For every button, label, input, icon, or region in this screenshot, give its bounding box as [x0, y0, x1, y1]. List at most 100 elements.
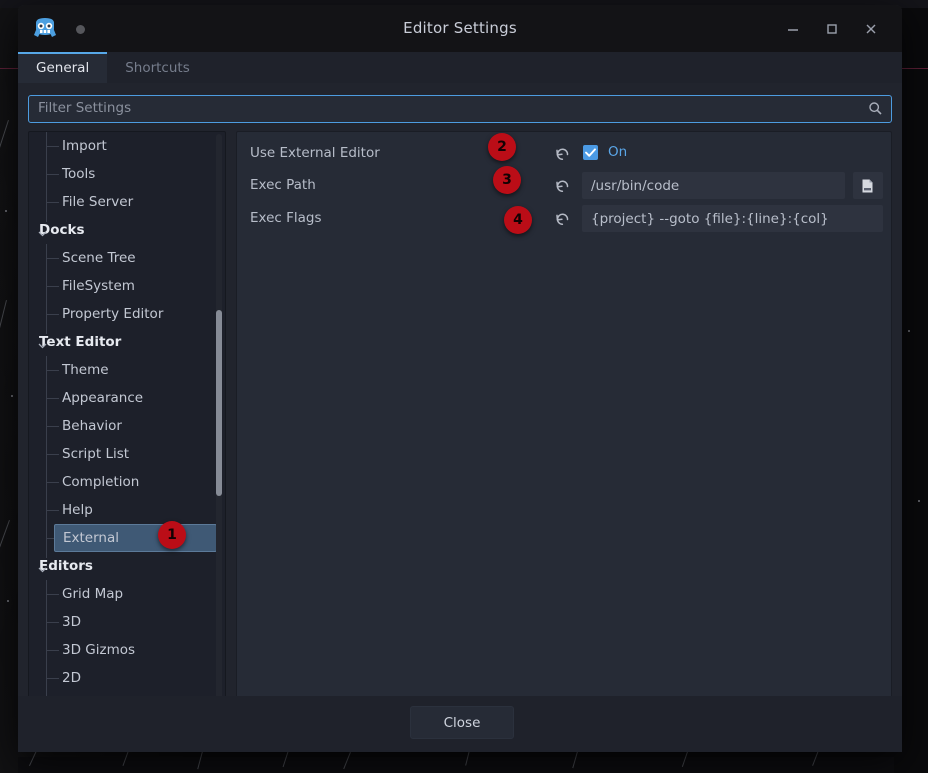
close-button-label: Close	[443, 714, 481, 731]
tree-connector	[46, 370, 59, 371]
tree-connector	[46, 622, 59, 623]
search-icon[interactable]	[868, 101, 883, 116]
viewport-speck	[918, 500, 920, 502]
tree-connector	[46, 146, 59, 147]
sidebar-item-theme[interactable]: Theme	[29, 356, 213, 384]
annotation-badge-number: 2	[497, 139, 507, 155]
chevron-down-icon	[38, 226, 47, 237]
sidebar-group-docks[interactable]: Docks	[29, 216, 213, 244]
file-browse-icon[interactable]	[853, 172, 883, 199]
annotation-badge-number: 1	[167, 527, 177, 543]
viewport-speck	[11, 395, 13, 397]
dialog-body: Filter Settings Import Tools File Server…	[18, 83, 902, 752]
setting-label: Use External Editor	[250, 145, 380, 161]
tree-connector	[46, 174, 59, 175]
revert-icon[interactable]	[554, 145, 571, 162]
sidebar-item-appearance[interactable]: Appearance	[29, 384, 213, 412]
sidebar-item-grid-map[interactable]: Grid Map	[29, 580, 213, 608]
exec-path-value: /usr/bin/code	[591, 177, 680, 194]
window-title: Editor Settings	[403, 19, 517, 37]
tree-connector	[46, 398, 59, 399]
sidebar-item-label: Help	[62, 502, 93, 518]
row-exec-path: Exec Path /usr/bin/code	[237, 170, 891, 202]
tree-connector	[46, 510, 59, 511]
tab-shortcuts[interactable]: Shortcuts	[107, 52, 208, 83]
sidebar-item-label: External	[63, 530, 120, 546]
sidebar-item-script-list[interactable]: Script List	[29, 440, 213, 468]
chevron-down-icon	[38, 562, 47, 573]
exec-path-input[interactable]: /usr/bin/code	[582, 172, 845, 199]
tree-connector	[46, 258, 59, 259]
filter-settings-row: Filter Settings	[28, 95, 892, 123]
sidebar-item-label: Completion	[62, 474, 140, 490]
revert-icon[interactable]	[554, 210, 571, 227]
exec-flags-value: {project} --goto {file}:{line}:{col}	[591, 210, 829, 227]
minimize-icon[interactable]	[780, 16, 806, 42]
annotation-badge-2: 2	[488, 133, 516, 161]
sidebar-group-label: Editors	[39, 558, 93, 574]
sidebar-item-file-server[interactable]: File Server	[29, 188, 213, 216]
sidebar-group-text-editor[interactable]: Text Editor	[29, 328, 213, 356]
sidebar-item-behavior[interactable]: Behavior	[29, 412, 213, 440]
exec-flags-input[interactable]: {project} --goto {file}:{line}:{col}	[582, 205, 883, 232]
sidebar-item-external[interactable]: External	[54, 524, 217, 552]
sidebar-item-property-editor[interactable]: Property Editor	[29, 300, 213, 328]
tree-connector	[46, 286, 59, 287]
sidebar-item-label: 3D	[62, 614, 81, 630]
sidebar-item-label: Grid Map	[62, 586, 124, 602]
revert-icon[interactable]	[554, 177, 571, 194]
sidebar-item-filesystem[interactable]: FileSystem	[29, 272, 213, 300]
annotation-badge-number: 4	[513, 212, 523, 228]
tab-general[interactable]: General	[18, 52, 108, 83]
sidebar-item-completion[interactable]: Completion	[29, 468, 213, 496]
settings-properties-panel: Use External Editor On Exec Path /usr/bi…	[236, 131, 892, 731]
setting-label: Exec Flags	[250, 210, 322, 226]
sidebar-group-label: Text Editor	[39, 334, 122, 350]
sidebar-item-label: 3D Gizmos	[62, 642, 136, 658]
tree-connector	[46, 594, 59, 595]
sidebar-group-editors[interactable]: Editors	[29, 552, 213, 580]
tree-connector	[46, 314, 59, 315]
tree-connector	[46, 678, 59, 679]
setting-value-area: /usr/bin/code	[582, 172, 883, 200]
viewport-speck	[5, 210, 7, 212]
annotation-badge-4: 4	[504, 206, 532, 234]
sidebar-item-label: Appearance	[62, 390, 144, 406]
sidebar-item-3d[interactable]: 3D	[29, 608, 213, 636]
sidebar-item-label: Import	[62, 138, 107, 154]
row-exec-flags: Exec Flags {project} --goto {file}:{line…	[237, 203, 891, 235]
sidebar-item-help[interactable]: Help	[29, 496, 213, 524]
dialog-tabs: General Shortcuts	[18, 52, 902, 83]
sidebar-item-scene-tree[interactable]: Scene Tree	[29, 244, 213, 272]
close-button[interactable]: Close	[410, 706, 514, 739]
sidebar-item-tools[interactable]: Tools	[29, 160, 213, 188]
row-use-external-editor: Use External Editor On	[237, 138, 891, 170]
sidebar-item-label: Script List	[62, 446, 130, 462]
dialog-titlebar[interactable]: Editor Settings	[18, 5, 902, 52]
sidebar-item-label: Scene Tree	[62, 250, 136, 266]
use-external-editor-checkbox[interactable]	[583, 145, 598, 160]
sidebar-item-label: Behavior	[62, 418, 122, 434]
tab-general-label: General	[36, 59, 90, 76]
tree-connector	[46, 650, 59, 651]
close-icon[interactable]	[858, 16, 884, 42]
maximize-icon[interactable]	[819, 16, 845, 42]
annotation-badge-number: 3	[502, 172, 512, 188]
sidebar-item-label: FileSystem	[62, 278, 135, 294]
annotation-badge-1: 1	[158, 521, 186, 549]
search-input[interactable]	[28, 95, 892, 123]
tree-connector	[46, 426, 59, 427]
settings-category-tree[interactable]: Import Tools File Server Docks Scene Tre…	[28, 131, 226, 731]
sidebar-item-3d-gizmos[interactable]: 3D Gizmos	[29, 636, 213, 664]
tab-shortcuts-label: Shortcuts	[125, 59, 190, 76]
setting-label: Exec Path	[250, 177, 316, 193]
viewport-speck	[7, 600, 9, 602]
search-input-placeholder: Filter Settings	[38, 100, 132, 116]
sidebar-item-2d[interactable]: 2D	[29, 664, 213, 692]
sidebar-item-import[interactable]: Import	[29, 132, 213, 160]
use-external-editor-value: On	[608, 144, 628, 160]
editor-settings-dialog: Editor Settings General Shortcuts Filter…	[18, 5, 902, 752]
tree-scrollbar-thumb[interactable]	[216, 310, 222, 496]
chevron-down-icon	[38, 338, 47, 349]
viewport-speck	[908, 330, 910, 332]
